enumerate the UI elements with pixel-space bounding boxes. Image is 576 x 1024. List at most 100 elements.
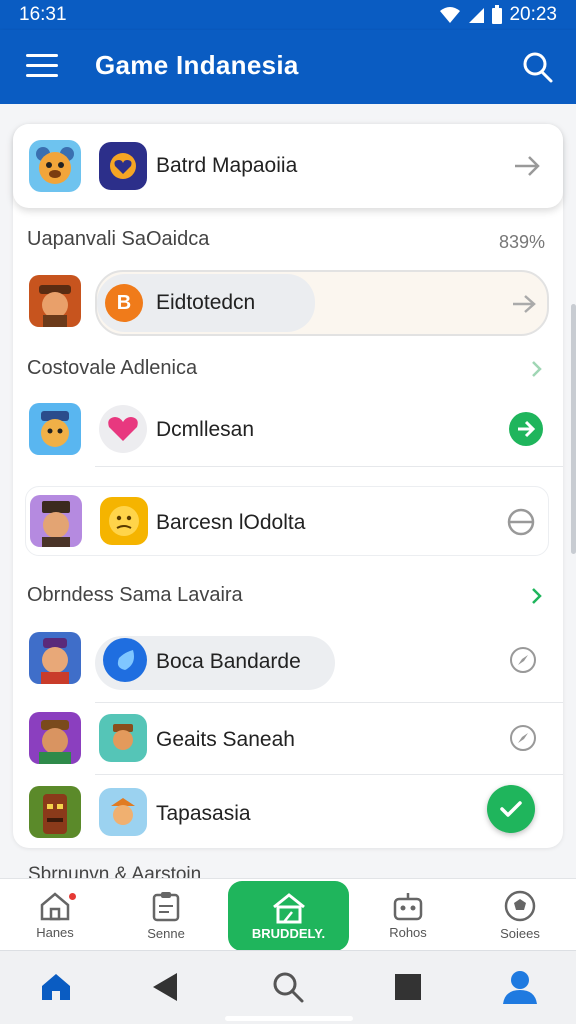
tab-robot[interactable]: Rohos [358,879,458,951]
content-area[interactable]: Batrd Mapaoiia Uapanvali SaOaidca 839% B… [0,104,576,880]
list-item-5[interactable]: Geaits Saneah [13,708,563,772]
featured-card[interactable]: Batrd Mapaoiia [13,124,563,208]
robot-icon [393,892,423,920]
search-icon [273,972,304,1003]
tab-label: Senne [147,925,185,941]
coin-icon: B [105,284,143,322]
list-item-3[interactable]: Barcesn lOdolta [25,486,549,556]
check-icon [500,801,522,817]
compass-icon[interactable] [509,646,537,674]
bear-icon [36,147,74,184]
status-bar: 16:31 20:23 [0,0,576,30]
search-button[interactable] [268,967,308,1007]
slash-circle-icon[interactable] [506,507,536,537]
item-label-4: Boca Bandarde [156,650,301,673]
check-fab-button[interactable] [487,785,535,833]
knight-thumbnail [29,632,81,684]
thinking-face-icon [109,506,139,536]
item-label-2: Dcmllesan [156,418,255,441]
tab-label: Soiees [500,925,540,941]
divider [95,702,563,703]
go-button[interactable] [509,412,543,446]
section-title-1: Uapanvali SaOaidca [27,228,210,250]
drop-app-icon [103,638,147,682]
section-title-2: Costovale Adlenica [27,357,198,379]
page-title: Game Indanesia [95,50,299,80]
app-bar: Game Indanesia [0,30,576,104]
divider [95,774,563,775]
home-indicator[interactable] [225,1016,353,1021]
cowboy-icon [39,285,71,327]
warrior-thumbnail [29,712,81,764]
knight-icon [41,638,69,684]
chevron-right-icon[interactable] [531,587,543,605]
status-clock: 20:23 [509,4,557,25]
recents-button[interactable] [388,967,428,1007]
item-label-6: Tapasasia [156,802,251,825]
explorer-app-icon [99,714,147,762]
section-percent: 839% [498,232,545,252]
status-icons: 20:23 [439,4,557,26]
home-button[interactable] [36,967,76,1007]
list-item-1[interactable]: B Eidtotedcn [13,270,563,340]
clipboard-icon [152,891,180,921]
compass-icon[interactable] [509,724,537,752]
bottom-navigation: Hanes Senne BRUDDELY. Rohos Soiees [0,878,576,951]
tab-label: Hanes [36,924,74,940]
profile-button[interactable] [500,967,540,1007]
scrollbar[interactable] [571,304,576,554]
arrow-right-icon[interactable] [511,293,537,315]
back-icon [153,973,177,1001]
home-icon [40,891,70,920]
adventurer-app-icon [99,788,147,836]
tiki-thumbnail [29,786,81,838]
tab-label: Rohos [389,924,427,940]
featured-label: Batrd Mapaoiia [156,154,298,177]
bear-thumbnail [29,140,81,192]
item-label-3: Barcesn lOdolta [156,511,306,534]
battery-icon [492,5,503,24]
water-drop-icon [117,650,134,670]
heart-icon [110,153,136,179]
gem-app-icon [99,405,147,453]
search-icon[interactable] [520,50,554,84]
tab-home[interactable]: Hanes [5,879,105,951]
tiki-icon [43,794,67,834]
warrior-icon [39,720,71,764]
item-label-1: Eidtotedcn [156,291,256,314]
hero-icon [41,411,69,447]
chevron-right-icon[interactable] [531,360,543,378]
person-icon [503,971,537,1004]
tab-store[interactable]: BRUDDELY. [228,881,349,951]
section-title-3: Obrndess Sama Lavaira [27,584,243,606]
divider [95,466,563,467]
hero-thumbnail [29,403,81,455]
menu-icon[interactable] [26,54,58,80]
status-time: 16:31 [19,4,67,25]
pirate-thumbnail [30,495,82,547]
football-icon [504,890,536,921]
tab-sports[interactable]: Soiees [470,879,570,951]
store-icon [272,892,305,923]
square-icon [395,974,421,1000]
cowboy-thumbnail [29,275,81,327]
list-item-4[interactable]: Boca Bandarde [13,624,563,700]
tab-label: BRUDDELY. [251,925,326,941]
adventurer-icon [111,798,135,825]
arrow-right-icon [518,420,536,438]
game-list-card: Batrd Mapaoiia Uapanvali SaOaidca 839% B… [13,124,563,848]
signal-icon [469,8,485,23]
wifi-icon [440,7,461,23]
home-icon [42,974,70,1000]
back-button[interactable] [145,967,185,1007]
arrow-right-icon[interactable] [513,154,541,178]
pirate-icon [42,501,70,547]
emoji-app-icon [100,497,148,545]
list-item-6[interactable]: Tapasasia [13,782,563,846]
tab-senne[interactable]: Senne [116,879,216,951]
list-item-2[interactable]: Dcmllesan [13,400,563,464]
gem-heart-icon [108,417,138,441]
explorer-icon [113,724,133,750]
system-navigation [0,950,576,1024]
notification-dot [69,893,76,900]
